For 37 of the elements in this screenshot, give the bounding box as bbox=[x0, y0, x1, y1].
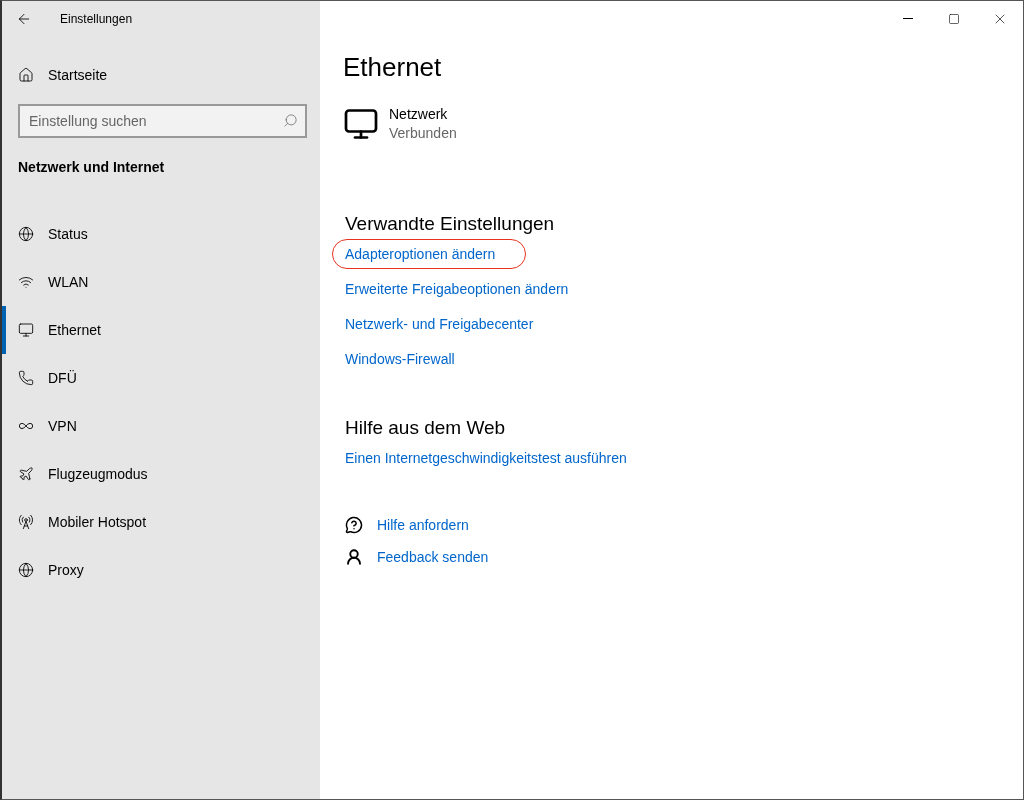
sidebar-item[interactable]: Status bbox=[2, 210, 320, 258]
globe-icon bbox=[18, 562, 34, 578]
monitor-icon bbox=[18, 322, 34, 338]
page-title: Ethernet bbox=[343, 52, 443, 83]
section-heading: Netzwerk und Internet bbox=[17, 158, 166, 177]
minimize-icon bbox=[903, 18, 913, 19]
sidebar-item[interactable]: Ethernet bbox=[2, 306, 320, 354]
plane-icon bbox=[18, 466, 34, 482]
sidebar-item[interactable]: Flugzeugmodus bbox=[2, 450, 320, 498]
web-help-link[interactable]: Einen Internetgeschwindigkeitstest ausführen bbox=[345, 450, 627, 466]
sidebar-item[interactable]: Proxy bbox=[2, 546, 320, 594]
section-heading: Verwandte Einstellungen bbox=[345, 213, 556, 235]
search-field[interactable]: Einstellung suchen bbox=[18, 104, 307, 138]
settings-link[interactable]: Adapteroptionen ändern bbox=[333, 240, 526, 268]
phone-icon bbox=[18, 370, 34, 386]
home-icon bbox=[18, 67, 34, 83]
maximize-icon bbox=[948, 12, 960, 25]
settings-link[interactable]: Windows-Firewall bbox=[345, 351, 455, 367]
home-link[interactable]: Startseite bbox=[2, 58, 320, 92]
settings-link[interactable]: Netzwerk- und Freigabecenter bbox=[345, 316, 534, 332]
monitor-icon bbox=[343, 106, 379, 142]
sidebar-item[interactable]: Mobiler Hotspot bbox=[2, 498, 320, 546]
network-name: Netzwerk bbox=[389, 106, 449, 122]
sidebar-item[interactable]: VPN bbox=[2, 402, 320, 450]
sidebar-item[interactable]: DFÜ bbox=[2, 354, 320, 402]
settings-link[interactable]: Erweiterte Freigabeoptionen ändern bbox=[345, 281, 569, 297]
section-heading: Hilfe aus dem Web bbox=[345, 417, 507, 439]
search-icon bbox=[283, 113, 298, 128]
help-chat-icon bbox=[345, 516, 363, 534]
network-status: Verbunden bbox=[389, 125, 457, 141]
wifi-icon bbox=[18, 274, 34, 290]
radio-tower-icon bbox=[18, 514, 34, 530]
sidebar-item[interactable]: WLAN bbox=[2, 258, 320, 306]
person-icon bbox=[345, 548, 363, 566]
window-title: Einstellungen bbox=[60, 11, 133, 26]
support-link[interactable]: Feedback senden bbox=[377, 549, 489, 565]
support-link[interactable]: Hilfe anfordern bbox=[377, 517, 469, 533]
